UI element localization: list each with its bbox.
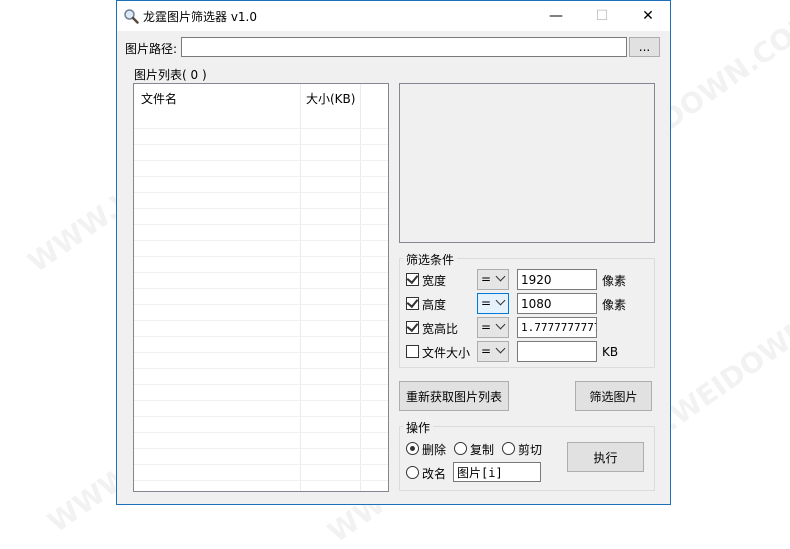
magnifier-icon <box>124 9 139 24</box>
list-row-line <box>134 160 388 161</box>
check-icon <box>406 271 419 285</box>
list-row-line <box>134 464 388 465</box>
filesize-label: 文件大小 <box>422 346 471 360</box>
filter-group-title: 筛选条件 <box>403 251 458 268</box>
height-operator-select[interactable]: = <box>477 293 509 314</box>
filesize-operator-value: = <box>481 344 492 358</box>
app-window: 龙霆图片筛选器 v1.0 — ☐ ✕ 图片路径: ... 图片列表( 0 ) 文… <box>116 0 671 505</box>
ratio-checkbox[interactable] <box>406 319 419 334</box>
list-row-line <box>134 224 388 225</box>
column-filename[interactable]: 文件名 <box>141 90 177 107</box>
chevron-down-icon <box>495 295 506 306</box>
filesize-unit: KB <box>602 345 619 359</box>
list-row-line <box>134 320 388 321</box>
cut-radio[interactable] <box>502 442 515 455</box>
refresh-list-button[interactable]: 重新获取图片列表 <box>399 381 509 411</box>
list-row-line <box>134 144 388 145</box>
list-row-line <box>134 128 388 129</box>
list-row-line <box>134 480 388 481</box>
delete-label: 删除 <box>422 443 447 457</box>
path-input[interactable] <box>181 37 627 57</box>
cut-label: 剪切 <box>518 443 543 457</box>
ratio-input[interactable]: 1.77777777777 <box>517 317 597 338</box>
list-row-line <box>134 336 388 337</box>
filesize-input[interactable] <box>517 341 597 362</box>
image-preview <box>399 83 655 243</box>
list-row-line <box>134 176 388 177</box>
title-bar[interactable]: 龙霆图片筛选器 v1.0 — ☐ ✕ <box>117 1 670 31</box>
window-title: 龙霆图片筛选器 v1.0 <box>143 10 258 24</box>
radio-selected-dot <box>410 446 415 451</box>
width-input[interactable]: 1920 <box>517 269 597 290</box>
column-size[interactable]: 大小(KB) <box>306 90 355 107</box>
height-input[interactable]: 1080 <box>517 293 597 314</box>
operations-group-title: 操作 <box>403 419 434 436</box>
copy-radio[interactable] <box>454 442 467 455</box>
list-row-line <box>134 304 388 305</box>
ratio-operator-value: = <box>481 320 492 334</box>
height-label: 高度 <box>422 298 447 312</box>
height-operator-value: = <box>481 296 492 310</box>
close-button[interactable]: ✕ <box>625 1 671 31</box>
list-row-line <box>134 208 388 209</box>
list-row-line <box>134 256 388 257</box>
list-row-line <box>134 352 388 353</box>
copy-label: 复制 <box>470 443 495 457</box>
execute-button[interactable]: 执行 <box>567 442 644 472</box>
filesize-checkbox[interactable] <box>406 345 419 358</box>
chevron-down-icon <box>495 319 506 330</box>
filter-images-button[interactable]: 筛选图片 <box>575 381 652 411</box>
close-icon: ✕ <box>642 8 654 24</box>
list-row-line <box>134 400 388 401</box>
list-row-line <box>134 240 388 241</box>
width-checkbox[interactable] <box>406 271 419 286</box>
list-row-line <box>134 384 388 385</box>
list-header: 文件名 大小(KB) <box>134 84 388 112</box>
list-rows <box>134 112 388 491</box>
list-row-line <box>134 192 388 193</box>
ratio-label: 宽高比 <box>422 322 459 336</box>
minimize-button[interactable]: — <box>533 1 579 31</box>
list-row-line <box>134 288 388 289</box>
delete-radio[interactable] <box>406 442 419 455</box>
image-listview[interactable]: 文件名 大小(KB) <box>133 83 389 492</box>
width-operator-select[interactable]: = <box>477 269 509 290</box>
path-label: 图片路径: <box>125 42 178 56</box>
list-row-line <box>134 448 388 449</box>
filesize-operator-select[interactable]: = <box>477 341 509 362</box>
chevron-down-icon <box>495 343 506 354</box>
height-unit: 像素 <box>602 298 627 312</box>
width-operator-value: = <box>481 272 492 286</box>
width-label: 宽度 <box>422 274 447 288</box>
minimize-icon: — <box>549 8 563 24</box>
check-icon <box>406 295 419 309</box>
list-row-line <box>134 368 388 369</box>
rename-label: 改名 <box>422 467 447 481</box>
width-unit: 像素 <box>602 274 627 288</box>
list-row-line <box>134 272 388 273</box>
check-icon <box>406 319 419 333</box>
browse-button[interactable]: ... <box>629 37 660 57</box>
maximize-icon: ☐ <box>595 8 609 24</box>
ratio-operator-select[interactable]: = <box>477 317 509 338</box>
rename-radio[interactable] <box>406 466 419 479</box>
list-row-line <box>134 416 388 417</box>
list-row-line <box>134 432 388 433</box>
image-list-title: 图片列表( 0 ) <box>131 66 210 83</box>
height-checkbox[interactable] <box>406 295 419 310</box>
maximize-button[interactable]: ☐ <box>579 1 625 31</box>
chevron-down-icon <box>495 271 506 282</box>
rename-pattern-input[interactable]: 图片[i] <box>453 462 541 482</box>
